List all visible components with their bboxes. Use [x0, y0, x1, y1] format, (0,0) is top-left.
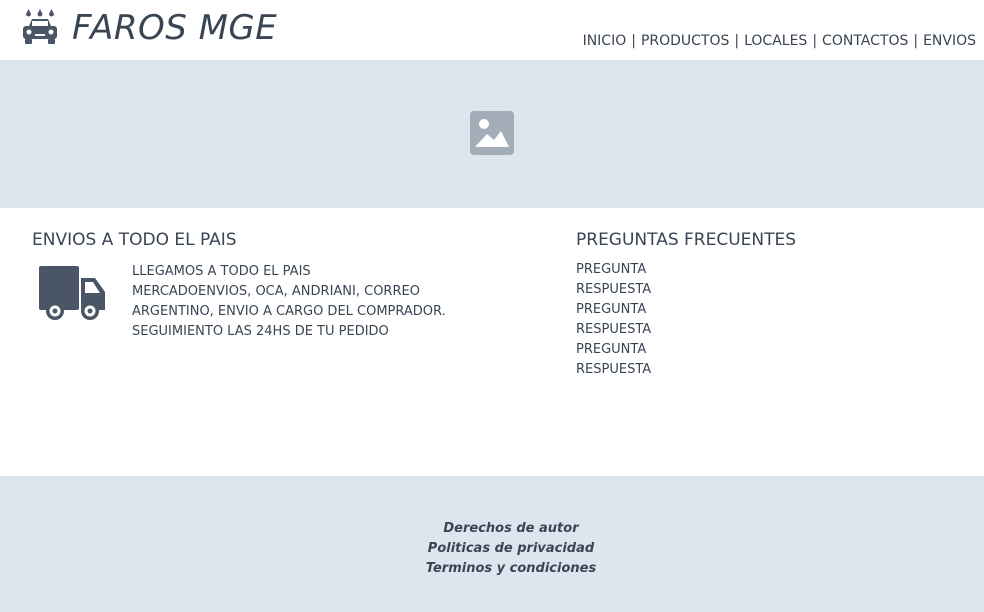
nav-separator: | — [734, 33, 740, 49]
faq-answer: RESPUESTA — [576, 322, 652, 337]
shipping-title: ENVIOS A TODO EL PAIS — [32, 230, 237, 250]
nav-separator: | — [631, 33, 636, 49]
truck-icon — [39, 266, 105, 320]
car-wash-icon — [23, 9, 57, 44]
brand-title: FAROS MGE — [72, 8, 278, 48]
shipping-line: MERCADOENVIOS, OCA, ANDRIANI, CORREO — [132, 284, 420, 299]
nav-link-productos[interactable]: PRODUCTOS — [641, 33, 729, 49]
footer-link-terms[interactable]: Terminos y condiciones — [0, 559, 984, 579]
faq-section: PREGUNTAS FRECUENTES PREGUNTA RESPUESTA … — [576, 230, 956, 380]
logo[interactable]: FAROS MGE — [20, 8, 277, 48]
nav-link-envios[interactable]: ENVIOS — [923, 33, 976, 49]
main-nav: INICIO | PRODUCTOS | LOCALES | CONTACTOS… — [583, 33, 976, 49]
faq-question[interactable]: PREGUNTA — [576, 340, 956, 360]
hero-banner — [0, 60, 984, 208]
shipping-line: ARGENTINO, ENVIO A CARGO DEL COMPRADOR. — [132, 304, 446, 319]
nav-link-inicio[interactable]: INICIO — [583, 33, 627, 49]
footer-links: Derechos de autor Politicas de privacida… — [0, 519, 984, 579]
image-placeholder-icon — [470, 111, 514, 155]
faq-list: PREGUNTA RESPUESTA PREGUNTA RESPUESTA PR… — [576, 260, 956, 380]
shipping-text: LLEGAMOS A TODO EL PAIS MERCADOENVIOS, O… — [132, 262, 446, 342]
faq-answer: RESPUESTA — [576, 362, 652, 377]
nav-link-contactos[interactable]: CONTACTOS — [822, 33, 908, 49]
shipping-line: SEGUIMIENTO LAS 24HS DE TU PEDIDO — [132, 324, 389, 339]
shipping-line: LLEGAMOS A TODO EL PAIS — [132, 264, 311, 279]
footer: Derechos de autor Politicas de privacida… — [0, 476, 984, 612]
header: FAROS MGE INICIO | PRODUCTOS | LOCALES |… — [0, 0, 984, 60]
faq-title: PREGUNTAS FRECUENTES — [576, 230, 797, 250]
faq-answer: RESPUESTA — [576, 282, 652, 297]
nav-link-locales[interactable]: LOCALES — [744, 33, 807, 49]
footer-link-privacy[interactable]: Politicas de privacidad — [0, 539, 984, 559]
nav-separator: | — [812, 33, 818, 49]
faq-question[interactable]: PREGUNTA — [576, 300, 956, 320]
faq-question[interactable]: PREGUNTA — [576, 260, 956, 280]
shipping-section: ENVIOS A TODO EL PAIS LLEGAMOS A TODO EL… — [32, 230, 552, 342]
nav-separator: | — [913, 33, 919, 49]
footer-link-copyright[interactable]: Derechos de autor — [0, 519, 984, 539]
